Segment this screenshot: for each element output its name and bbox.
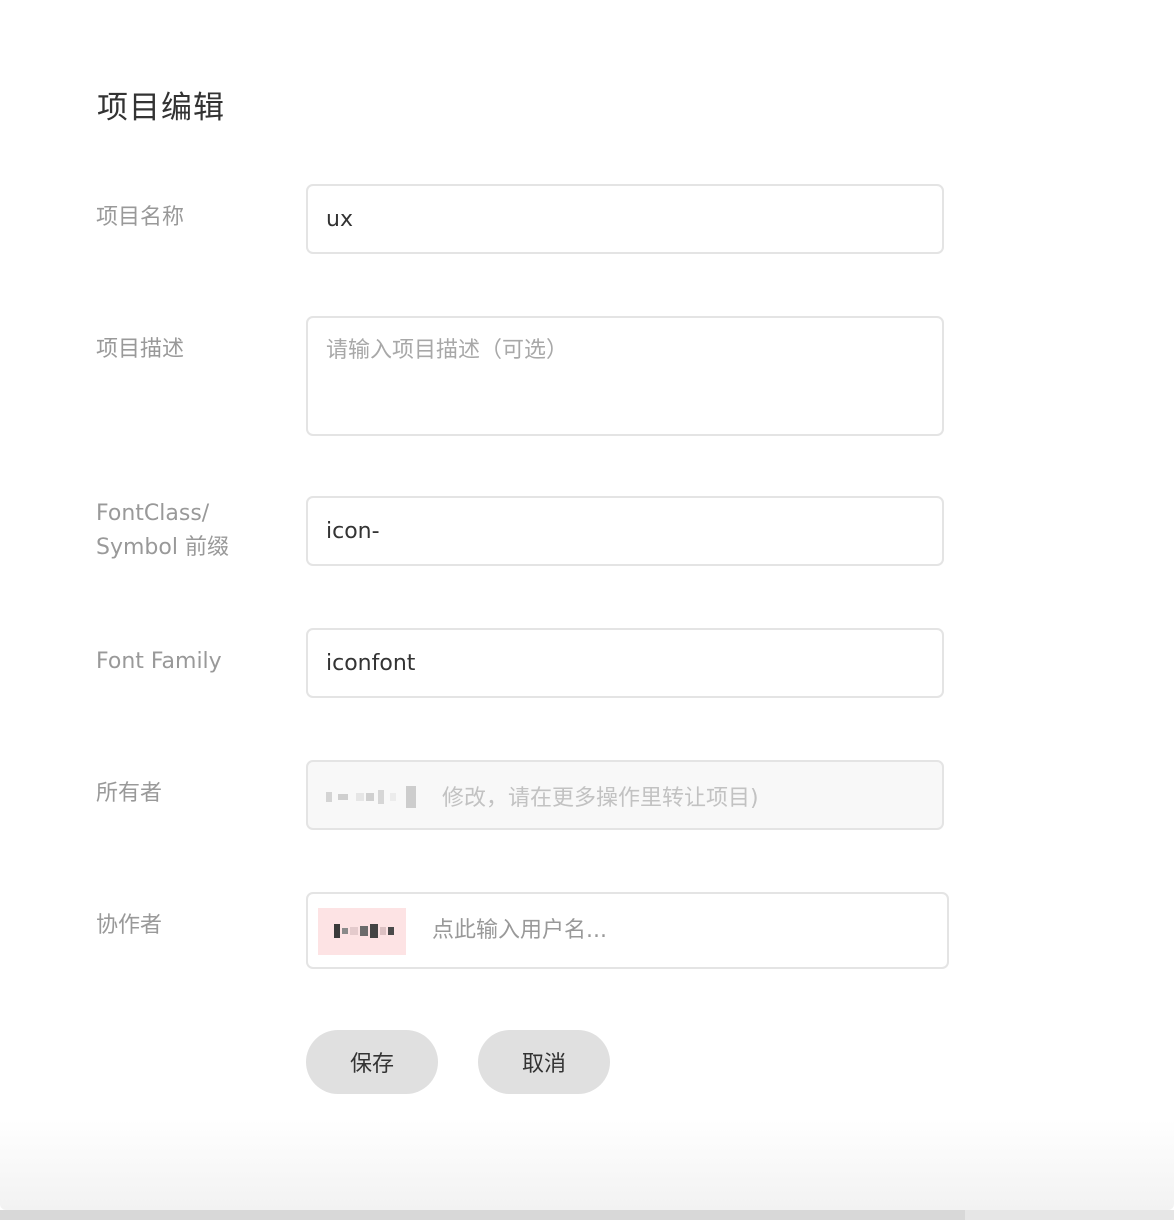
- owner-field: 修改，请在更多操作里转让项目): [306, 760, 944, 830]
- prefix-label-line1: FontClass/: [96, 501, 210, 526]
- prefix-label-line2: Symbol 前缀: [96, 535, 229, 560]
- project-description-label: 项目描述: [96, 337, 185, 362]
- page-background-strip: [0, 1210, 965, 1220]
- cancel-button[interactable]: 取消: [478, 1030, 610, 1094]
- page-scrollbar-track[interactable]: [965, 1210, 1174, 1220]
- collaborators-label: 协作者: [96, 913, 163, 938]
- dialog-title: 项目编辑: [97, 90, 225, 126]
- owner-label: 所有者: [96, 781, 163, 806]
- save-button[interactable]: 保存: [306, 1030, 438, 1094]
- owner-name-redacted: [326, 786, 416, 808]
- prefix-input[interactable]: [308, 498, 942, 564]
- collaborator-name-redacted: [334, 924, 394, 938]
- collaborator-input-wrapper: [418, 894, 947, 967]
- project-name-field: [306, 184, 944, 254]
- project-name-label: 项目名称: [96, 205, 185, 230]
- font-family-field: [306, 628, 944, 698]
- collaborator-search-input[interactable]: [418, 894, 947, 967]
- project-description-field: [306, 316, 944, 436]
- prefix-field: [306, 496, 944, 566]
- project-name-input[interactable]: [308, 186, 942, 252]
- collaborator-chip[interactable]: [318, 908, 406, 955]
- project-description-textarea[interactable]: [308, 318, 942, 434]
- owner-note: 修改，请在更多操作里转让项目): [442, 786, 759, 811]
- prefix-label: FontClass/ Symbol 前缀: [96, 497, 229, 565]
- font-family-input[interactable]: [308, 630, 942, 696]
- collaborators-field: [306, 892, 949, 969]
- project-edit-dialog: 项目编辑 项目名称 项目描述 FontClass/ Symbol 前缀 Font…: [0, 0, 1174, 1210]
- font-family-label: Font Family: [96, 649, 222, 674]
